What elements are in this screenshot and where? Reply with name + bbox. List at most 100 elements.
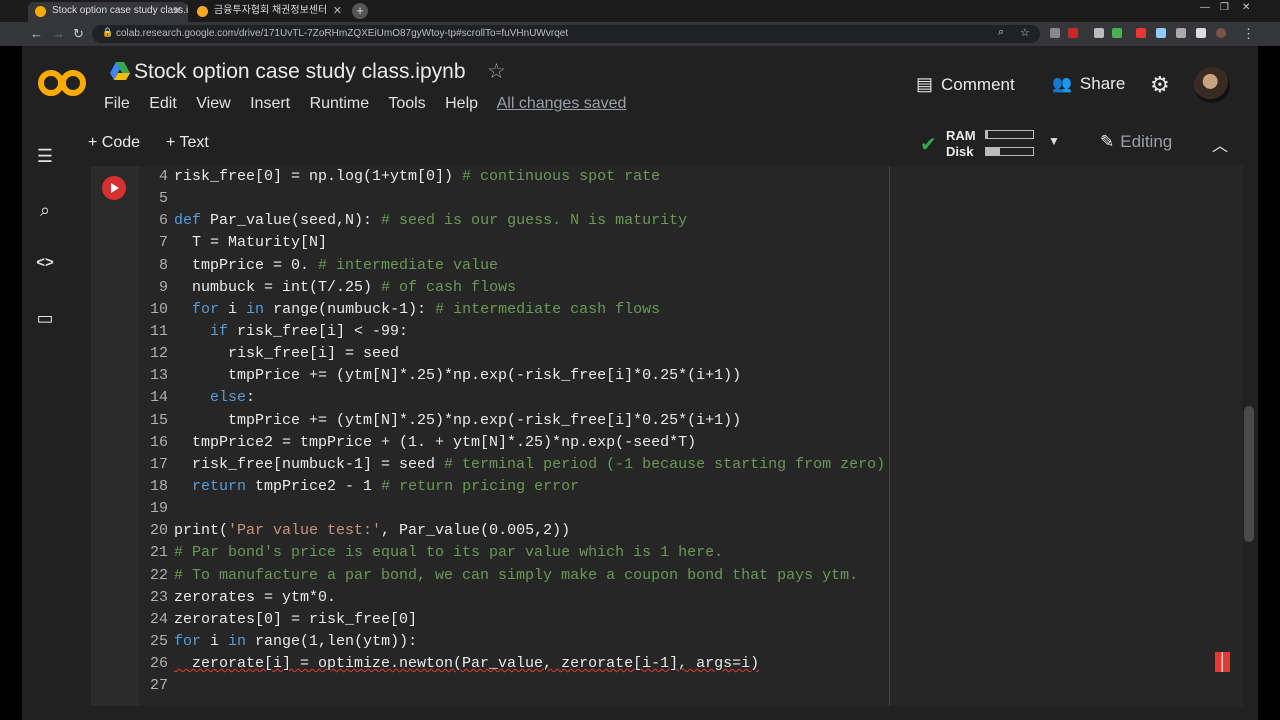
code-line[interactable]: 9 numbuck = int(T/.25) # of cash flows bbox=[143, 277, 1223, 299]
search-icon[interactable]: ⌕ bbox=[34, 200, 56, 222]
drive-icon[interactable] bbox=[110, 62, 130, 80]
table-of-contents-icon[interactable]: ☰ bbox=[34, 146, 56, 168]
code-line[interactable]: 12 risk_free[i] = seed bbox=[143, 343, 1223, 365]
extension-icon[interactable] bbox=[1176, 28, 1186, 38]
code-line[interactable]: 6 def Par_value(seed,N): # seed is our gu… bbox=[143, 210, 1223, 232]
close-tab-icon[interactable]: ✕ bbox=[333, 2, 342, 20]
line-number: 11 bbox=[149, 322, 168, 340]
code-line[interactable]: 21 # Par bond's price is equal to its par… bbox=[143, 542, 1223, 564]
code-line[interactable]: 14 else: bbox=[143, 387, 1223, 409]
comment-button[interactable]: ▤ Comment bbox=[916, 74, 1015, 95]
forward-icon[interactable]: → bbox=[52, 26, 65, 41]
gear-icon[interactable]: ⚙ bbox=[1150, 72, 1170, 98]
code-line[interactable]: 7 T = Maturity[N] bbox=[143, 232, 1223, 254]
menu-runtime[interactable]: Runtime bbox=[310, 95, 370, 112]
line-number: 15 bbox=[149, 411, 168, 429]
notebook-title[interactable]: Stock option case study class.ipynb bbox=[134, 60, 466, 84]
code-line[interactable]: 11 if risk_free[i] < -99: bbox=[143, 321, 1223, 343]
code-editor[interactable]: 4 risk_free[0] = np.log(1+ytm[0]) # conti… bbox=[143, 166, 1223, 697]
line-number: 8 bbox=[158, 256, 168, 274]
code-line[interactable]: 13 tmpPrice += (ytm[N]*.25)*np.exp(-risk… bbox=[143, 365, 1223, 387]
disk-label: Disk bbox=[946, 144, 974, 159]
extension-icon[interactable] bbox=[1068, 28, 1078, 38]
share-label: Share bbox=[1079, 74, 1126, 93]
code-line[interactable]: 16 tmpPrice2 = tmpPrice + (1. + ytm[N]*.… bbox=[143, 432, 1223, 454]
back-icon[interactable]: ← bbox=[30, 26, 43, 41]
close-tab-icon[interactable]: ✕ bbox=[173, 2, 182, 20]
menu-dots-icon[interactable]: ⋮ bbox=[1242, 26, 1255, 42]
pencil-icon: ✎ bbox=[1100, 132, 1115, 151]
code-line[interactable]: 26 zerorate[i] = optimize.newton(Par_val… bbox=[143, 653, 1223, 675]
code-line[interactable]: 19 bbox=[143, 498, 1223, 520]
star-icon[interactable]: ☆ bbox=[487, 59, 506, 84]
code-line[interactable]: 5 bbox=[143, 188, 1223, 210]
extension-icon[interactable] bbox=[1136, 28, 1146, 38]
code-token: Par_value(seed,N): bbox=[210, 212, 382, 230]
chevron-down-icon[interactable]: ▼ bbox=[1048, 134, 1060, 148]
menu-edit[interactable]: Edit bbox=[149, 95, 177, 112]
code-token: T = Maturity[N] bbox=[174, 234, 328, 252]
code-token: i bbox=[210, 632, 229, 650]
new-tab-button[interactable]: + bbox=[352, 3, 368, 19]
menu-help[interactable]: Help bbox=[445, 95, 478, 112]
search-icon[interactable]: ⌕ bbox=[998, 26, 1004, 39]
left-sidebar: ☰ ⌕ <> ▭ bbox=[22, 126, 68, 720]
share-button[interactable]: 👥 Share bbox=[1052, 74, 1125, 94]
code-snippets-icon[interactable]: <> bbox=[34, 254, 56, 276]
extension-icon[interactable] bbox=[1050, 28, 1060, 38]
chevron-up-icon[interactable]: ︿ bbox=[1212, 132, 1228, 156]
code-line[interactable]: 23 zerorates = ytm*0. bbox=[143, 587, 1223, 609]
code-line[interactable]: 15 tmpPrice += (ytm[N]*.25)*np.exp(-risk… bbox=[143, 410, 1223, 432]
avatar[interactable] bbox=[1194, 67, 1230, 103]
scrollbar[interactable] bbox=[1244, 406, 1254, 542]
code-line[interactable]: 27 bbox=[143, 675, 1223, 697]
line-number: 20 bbox=[149, 522, 168, 540]
add-code-button[interactable]: + Code bbox=[88, 134, 140, 152]
line-number: 22 bbox=[149, 566, 168, 584]
run-cell-button[interactable] bbox=[102, 176, 126, 200]
code-line[interactable]: 18 return tmpPrice2 - 1 # return pricing… bbox=[143, 476, 1223, 498]
line-number: 9 bbox=[158, 278, 168, 296]
code-token: tmpPrice2 = tmpPrice + (1. + ytm[N]*.25)… bbox=[174, 433, 697, 451]
menu-insert[interactable]: Insert bbox=[250, 95, 290, 112]
editing-mode-button[interactable]: ✎ Editing bbox=[1100, 132, 1172, 152]
menu-file[interactable]: File bbox=[104, 95, 130, 112]
code-line[interactable]: 8 tmpPrice = 0. # intermediate value bbox=[143, 255, 1223, 277]
code-line[interactable]: 10 for i in range(numbuck-1): # intermed… bbox=[143, 299, 1223, 321]
profile-icon[interactable] bbox=[1216, 28, 1226, 38]
code-line[interactable]: 22 # To manufacture a par bond, we can si… bbox=[143, 565, 1223, 587]
add-text-button[interactable]: + Text bbox=[166, 134, 209, 152]
code-token: tmpPrice += (ytm[N]*.25)*np.exp(-risk_fr… bbox=[174, 367, 742, 385]
save-status[interactable]: All changes saved bbox=[497, 95, 627, 112]
menu-view[interactable]: View bbox=[196, 95, 230, 112]
menu-tools[interactable]: Tools bbox=[388, 95, 425, 112]
puzzle-icon[interactable] bbox=[1196, 28, 1206, 38]
folder-icon[interactable]: ▭ bbox=[34, 308, 56, 330]
extension-icon[interactable] bbox=[1156, 28, 1166, 38]
close-window-icon[interactable]: ✕ bbox=[1242, 2, 1250, 13]
code-line[interactable]: 17 risk_free[numbuck-1] = seed # termina… bbox=[143, 454, 1223, 476]
colab-logo-icon bbox=[38, 70, 86, 96]
code-cell[interactable]: 4 risk_free[0] = np.log(1+ytm[0]) # conti… bbox=[91, 166, 1243, 706]
extension-icon[interactable] bbox=[1112, 28, 1122, 38]
star-icon[interactable]: ☆ bbox=[1020, 26, 1030, 39]
resource-labels[interactable]: RAM Disk bbox=[946, 128, 976, 160]
extension-icon[interactable] bbox=[1094, 28, 1104, 38]
code-token: zerorates = ytm*0. bbox=[174, 588, 337, 606]
code-line[interactable]: 4 risk_free[0] = np.log(1+ytm[0]) # conti… bbox=[143, 166, 1223, 188]
code-line[interactable]: 24 zerorates[0] = risk_free[0] bbox=[143, 609, 1223, 631]
code-token: tmpPrice = 0. bbox=[174, 256, 319, 274]
address-bar[interactable]: 🔒 colab.research.google.com/drive/171UvT… bbox=[92, 25, 1040, 43]
browser-tab-bond[interactable]: 금융투자협회 채권정보센터 ✕ bbox=[190, 2, 348, 22]
restore-icon[interactable]: ❐ bbox=[1220, 2, 1229, 13]
code-token: range(1,len(ytm)): bbox=[255, 632, 418, 650]
browser-tab-colab[interactable]: Stock option case study class.ip ✕ bbox=[28, 2, 188, 22]
code-line[interactable]: 20 print('Par value test:', Par_value(0.0… bbox=[143, 520, 1223, 542]
code-token: in bbox=[246, 300, 274, 318]
code-token: if bbox=[210, 322, 238, 340]
minimize-icon[interactable]: — bbox=[1200, 2, 1210, 13]
code-line[interactable]: 25 for i in range(1,len(ytm)): bbox=[143, 631, 1223, 653]
reload-icon[interactable]: ↻ bbox=[73, 26, 84, 42]
line-number: 4 bbox=[158, 168, 168, 185]
check-icon: ✔ bbox=[920, 134, 937, 156]
